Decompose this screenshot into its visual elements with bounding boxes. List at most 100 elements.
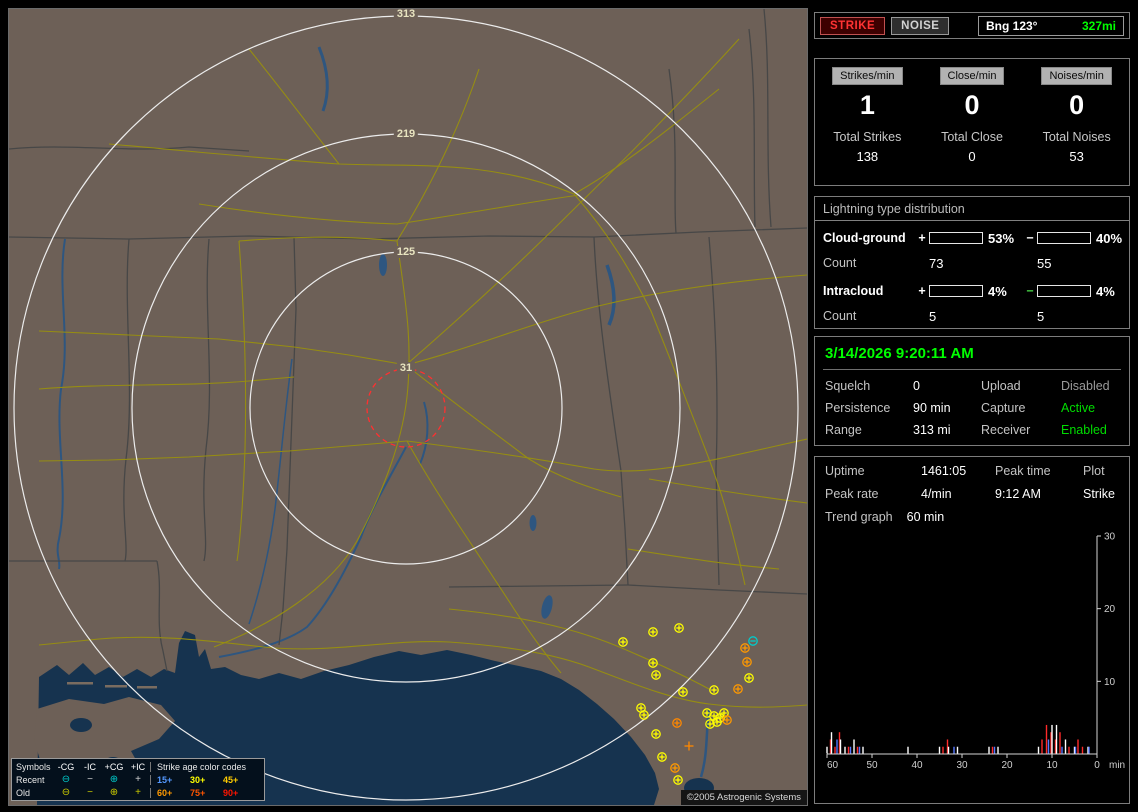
legend-header-pos-ic: +IC: [130, 761, 146, 772]
mode-toolbar: STRIKE NOISE Bng 123° 327mi: [814, 12, 1130, 39]
count-label: Count: [823, 309, 857, 323]
range-label: Range: [825, 423, 862, 437]
noises-per-min-value: 0: [1069, 90, 1085, 120]
barrier-island: [137, 686, 157, 689]
plot-value: Strike: [1083, 487, 1115, 501]
barrier-island: [67, 682, 93, 685]
cloud-ground-label: Cloud-ground: [823, 231, 906, 245]
cg-negative-bar: [1037, 232, 1091, 244]
strike-mode-button[interactable]: STRIKE: [820, 16, 886, 35]
minus-sign: −: [1026, 231, 1034, 245]
upload-value: Disabled: [1061, 379, 1110, 393]
upload-label: Upload: [981, 379, 1021, 393]
lake: [70, 718, 92, 732]
close-stat-column: Close/min 0 Total Close 0: [920, 66, 1025, 185]
persistence-label: Persistence: [825, 401, 891, 415]
map-legend: Symbols -CG -IC +CG +IC Strike age color…: [11, 758, 265, 801]
system-status-panel: 3/14/2026 9:20:11 AM Squelch 0 Upload Di…: [814, 336, 1130, 446]
trend-x-tick-label: 40: [911, 760, 923, 771]
distribution-title: Lightning type distribution: [815, 197, 1129, 221]
pos-ic-recent-icon: +: [135, 773, 141, 785]
ic-positive-count: 5: [929, 308, 937, 324]
receiver-value: Enabled: [1061, 423, 1107, 437]
trend-x-tick-label: 30: [956, 760, 968, 771]
trend-graph: 10 20 30 60 50 40 30 20 10 0 min: [826, 532, 1125, 771]
legend-recent-label: Recent: [16, 774, 45, 785]
age-code: 45+: [223, 774, 239, 785]
plus-sign: +: [918, 231, 926, 245]
neg-ic-recent-icon: −: [87, 773, 93, 785]
ic-negative-count: 5: [1037, 308, 1045, 324]
status-row: Squelch 0 Upload Disabled: [823, 379, 1121, 393]
total-strikes-label: Total Strikes: [833, 130, 902, 144]
neg-ic-old-icon: −: [87, 786, 93, 798]
uptime-value: 1461:05: [921, 464, 967, 478]
cloud-ground-row: Cloud-ground + 53% − 40%: [823, 228, 1122, 248]
bearing-value: Bng 123°: [986, 18, 1038, 33]
persistence-value: 90 min: [913, 401, 951, 415]
trend-x-tick-label: 20: [1001, 760, 1013, 771]
cg-negative-percent: 40%: [1096, 230, 1123, 246]
count-label: Count: [823, 256, 857, 270]
age-code: 90+: [223, 787, 239, 798]
trend-x-tick-label: 0: [1094, 760, 1100, 771]
lake: [529, 515, 537, 531]
uptime-row: Uptime 1461:05 Peak time Plot: [823, 464, 1121, 478]
lake: [379, 254, 387, 276]
bearing-readout: Bng 123° 327mi: [978, 15, 1124, 36]
total-noises-label: Total Noises: [1042, 130, 1111, 144]
ic-positive-bar: [929, 285, 983, 297]
peak-time-label: Peak time: [995, 464, 1051, 478]
trend-graph-label: Trend graph: [825, 510, 893, 524]
pos-cg-old-icon: ⊕: [109, 786, 119, 798]
peak-time-value: 9:12 AM: [995, 487, 1041, 501]
neg-cg-recent-icon: ⊖: [61, 773, 71, 785]
capture-label: Capture: [981, 401, 1026, 415]
range-value: 313 mi: [913, 423, 951, 437]
peak-rate-value: 4/min: [921, 487, 952, 501]
trend-x-tick-label: 50: [866, 760, 878, 771]
range-ring-label: 313: [393, 9, 419, 20]
intracloud-row: Intracloud + 4% − 4%: [823, 281, 1121, 301]
capture-value: Active: [1061, 401, 1096, 415]
status-row: Persistence 90 min Capture Active: [823, 401, 1121, 415]
trend-y-tick-label: 20: [1104, 604, 1116, 615]
strikes-per-min-button[interactable]: Strikes/min: [832, 67, 903, 85]
squelch-label: Squelch: [825, 379, 871, 393]
datetime-display: 3/14/2026 9:20:11 AM: [823, 343, 1121, 370]
trend-x-tick-label: 10: [1046, 760, 1058, 771]
noise-mode-button[interactable]: NOISE: [891, 16, 950, 35]
legend-age-title: Strike age color codes: [150, 761, 262, 772]
lightning-monitor-app: 313 219 125 31 Symbols -CG -IC +CG +IC S…: [0, 0, 1138, 812]
minus-sign: −: [1026, 284, 1034, 298]
session-panel: Uptime 1461:05 Peak time Plot Peak rate …: [814, 456, 1130, 804]
legend-header-pos-cg: +CG: [104, 761, 124, 772]
rate-stats-panel: Strikes/min 1 Total Strikes 138 Close/mi…: [814, 58, 1130, 186]
trend-graph-row: Trend graph 60 min: [825, 510, 1121, 524]
strike-map[interactable]: 313 219 125 31 Symbols -CG -IC +CG +IC S…: [8, 8, 808, 806]
range-ring-label: 31: [396, 362, 416, 374]
plot-label: Plot: [1083, 464, 1105, 478]
cg-positive-bar: [929, 232, 983, 244]
close-per-min-button[interactable]: Close/min: [939, 67, 1005, 85]
strikes-stat-column: Strikes/min 1 Total Strikes 138: [815, 66, 920, 185]
legend-header-neg-ic: -IC: [84, 761, 96, 772]
legend-header-neg-cg: -CG: [57, 761, 75, 772]
cg-positive-count: 73: [929, 255, 944, 271]
barrier-island: [105, 685, 127, 688]
range-ring-label: 219: [393, 128, 419, 140]
pos-cg-recent-icon: ⊕: [109, 773, 119, 785]
total-noises-value: 53: [1069, 149, 1084, 164]
cloud-ground-count-row: Count 73 55: [823, 254, 1121, 272]
trend-y-tick-label: 10: [1104, 677, 1116, 688]
plus-sign: +: [918, 284, 926, 298]
lightning-distribution-panel: Lightning type distribution Cloud-ground…: [814, 196, 1130, 329]
noises-per-min-button[interactable]: Noises/min: [1041, 67, 1112, 85]
age-code: 30+: [190, 774, 206, 785]
peak-rate-row: Peak rate 4/min 9:12 AM Strike: [823, 487, 1121, 501]
age-code: 15+: [157, 774, 173, 785]
age-code: 75+: [190, 787, 206, 798]
receiver-label: Receiver: [981, 423, 1031, 437]
intracloud-label: Intracloud: [823, 284, 884, 298]
distance-value: 327mi: [1081, 18, 1116, 33]
